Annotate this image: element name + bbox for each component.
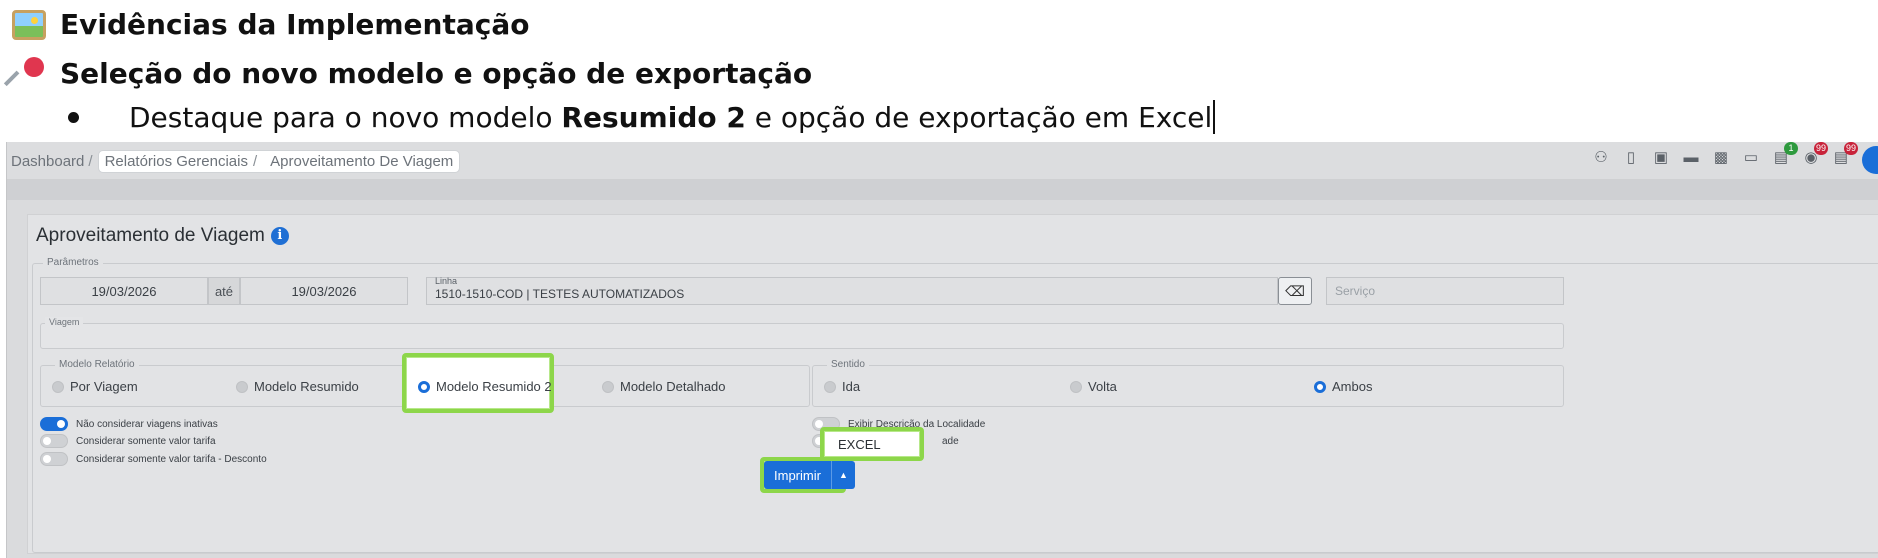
ticket-icon[interactable]: ▬ bbox=[1682, 150, 1700, 166]
page-title-text: Aproveitamento de Viagem bbox=[36, 225, 265, 246]
print-button[interactable]: Imprimir bbox=[764, 461, 831, 489]
notification-badge: 99 bbox=[1843, 142, 1858, 155]
caret-up-icon: ▲ bbox=[838, 470, 848, 480]
user-avatar[interactable] bbox=[1862, 146, 1878, 174]
radio-label: Volta bbox=[1088, 379, 1117, 394]
save-icon[interactable]: ▩ bbox=[1712, 150, 1730, 166]
linha-input[interactable]: Linha 1510-1510-COD | TESTES AUTOMATIZAD… bbox=[426, 276, 1278, 305]
app-screenshot: Dashboard / Relatórios Gerenciais / Apro… bbox=[6, 142, 1878, 558]
radio-circle bbox=[824, 380, 836, 393]
params-fieldset: Parâmetros bbox=[32, 257, 1878, 553]
topbar: Dashboard / Relatórios Gerenciais / Apro… bbox=[7, 142, 1878, 180]
radio-circle bbox=[236, 380, 248, 393]
bullet-dot bbox=[68, 111, 79, 123]
radio-label: Modelo Resumido 2 bbox=[436, 379, 552, 394]
radio-ambos[interactable]: Ambos bbox=[1314, 379, 1372, 394]
viagem-label: Viagem bbox=[45, 317, 84, 327]
breadcrumb-current: Aproveitamento De Viagem bbox=[270, 153, 454, 170]
servico-placeholder: Serviço bbox=[1335, 284, 1376, 298]
heading-evidencias-text: Evidências da Implementação bbox=[60, 8, 530, 41]
radio-circle-selected bbox=[1314, 380, 1326, 393]
pushpin-icon bbox=[3, 52, 49, 90]
date-to-input[interactable]: 19/03/2026 bbox=[240, 277, 408, 305]
toggle-label: Considerar somente valor tarifa bbox=[76, 435, 216, 447]
radio-circle-selected bbox=[418, 380, 430, 393]
params-legend: Parâmetros bbox=[43, 257, 103, 268]
heading-selecao-text: Seleção do novo modelo e opção de export… bbox=[60, 56, 813, 90]
document-icon[interactable]: ▤ 99 bbox=[1832, 142, 1858, 166]
linha-label: Linha bbox=[435, 276, 458, 286]
eraser-icon: ⌫ bbox=[1285, 282, 1305, 299]
radio-label: Modelo Detalhado bbox=[620, 379, 726, 394]
mobile-icon[interactable]: ▯ bbox=[1622, 150, 1640, 166]
toggle-switch bbox=[40, 434, 68, 448]
toggle-switch bbox=[40, 452, 68, 466]
export-excel-option[interactable]: EXCEL bbox=[820, 427, 924, 461]
topbar-icons: ⚇ ▯ ▣ ▬ ▩ ▭ ▤ 1 ◉ 99 ▤ 99 bbox=[1592, 142, 1858, 166]
notification-badge: 1 bbox=[1784, 142, 1798, 155]
radio-por-viagem[interactable]: Por Viagem bbox=[52, 379, 138, 394]
linha-value: 1510-1510-COD | TESTES AUTOMATIZADOS bbox=[435, 287, 685, 301]
toggle-viagens-inativas[interactable]: Não considerar viagens inativas bbox=[40, 417, 218, 431]
radio-circle bbox=[602, 380, 614, 393]
toggle-label: Não considerar viagens inativas bbox=[76, 418, 218, 430]
radio-label: Ambos bbox=[1332, 379, 1373, 394]
servico-input[interactable]: Serviço bbox=[1326, 277, 1564, 305]
radio-circle bbox=[52, 380, 64, 393]
radio-modelo-resumido[interactable]: Modelo Resumido bbox=[236, 379, 359, 394]
info-icon[interactable]: i bbox=[270, 227, 289, 245]
print-dropdown-toggle[interactable]: ▲ bbox=[830, 461, 855, 489]
bullet-item: Destaque para o novo modelo Resumido 2 e… bbox=[68, 100, 1216, 134]
framed-picture-icon bbox=[12, 9, 46, 40]
toggle-valor-tarifa[interactable]: Considerar somente valor tarifa bbox=[40, 434, 216, 448]
breadcrumb-dashboard[interactable]: Dashboard bbox=[11, 153, 84, 170]
heading-evidencias: Evidências da Implementação bbox=[12, 8, 529, 41]
bullet-text-bold: Resumido 2 bbox=[561, 100, 746, 134]
user-key-icon[interactable]: ⚇ bbox=[1592, 150, 1610, 166]
breadcrumb-highlight-box: Relatórios Gerenciais / Aproveitamento D… bbox=[97, 150, 461, 173]
report-panel: Aproveitamento de Viagem i Parâmetros 19… bbox=[27, 214, 1878, 554]
breadcrumb-separator: / bbox=[88, 153, 93, 170]
date-from-input[interactable]: 19/03/2026 bbox=[40, 277, 208, 305]
radio-modelo-detalhado[interactable]: Modelo Detalhado bbox=[602, 379, 726, 394]
inbox-icon[interactable]: ▤ 1 bbox=[1772, 142, 1798, 166]
export-excel-label: EXCEL bbox=[838, 436, 881, 452]
sentido-fieldset: Sentido bbox=[812, 359, 1564, 407]
until-addon: até bbox=[208, 277, 240, 305]
bullet-text-pre: Destaque para o novo modelo bbox=[129, 100, 562, 134]
radio-label: Ida bbox=[842, 379, 861, 394]
notification-badge: 99 bbox=[1813, 142, 1828, 155]
breadcrumb-relatorios[interactable]: Relatórios Gerenciais bbox=[105, 153, 248, 170]
page-title: Aproveitamento de Viagem i bbox=[36, 225, 289, 247]
toggle-label: Considerar somente valor tarifa - Descon… bbox=[76, 453, 267, 465]
radio-ida[interactable]: Ida bbox=[824, 379, 860, 394]
toggle-valor-tarifa-desconto[interactable]: Considerar somente valor tarifa - Descon… bbox=[40, 452, 267, 466]
breadcrumb: Dashboard / Relatórios Gerenciais / Apro… bbox=[11, 150, 461, 173]
radio-modelo-resumido-2[interactable]: Modelo Resumido 2 bbox=[418, 379, 552, 394]
sentido-legend: Sentido bbox=[827, 359, 869, 370]
print-button-group: Imprimir ▲ bbox=[764, 461, 855, 489]
rss-card-icon[interactable]: ▣ bbox=[1652, 150, 1670, 166]
eraser-button[interactable]: ⌫ bbox=[1278, 277, 1312, 305]
breadcrumb-separator: / bbox=[252, 153, 258, 170]
radio-circle bbox=[1070, 380, 1082, 393]
viagem-field[interactable]: Viagem bbox=[40, 317, 1564, 349]
heading-selecao: Seleção do novo modelo e opção de export… bbox=[3, 52, 813, 90]
bullet-text-post: e opção de exportação em Excel bbox=[745, 100, 1213, 134]
text-cursor bbox=[1213, 100, 1216, 134]
toggle-switch bbox=[40, 417, 68, 431]
radio-volta[interactable]: Volta bbox=[1070, 379, 1117, 394]
sub-strip bbox=[7, 180, 1878, 200]
radio-label: Por Viagem bbox=[70, 379, 138, 394]
dollar-icon[interactable]: ◉ 99 bbox=[1802, 142, 1828, 166]
monitor-icon[interactable]: ▭ bbox=[1742, 150, 1760, 166]
toggle-label: ade bbox=[942, 435, 959, 447]
radio-label: Modelo Resumido bbox=[254, 379, 359, 394]
modelo-legend: Modelo Relatório bbox=[55, 359, 139, 370]
